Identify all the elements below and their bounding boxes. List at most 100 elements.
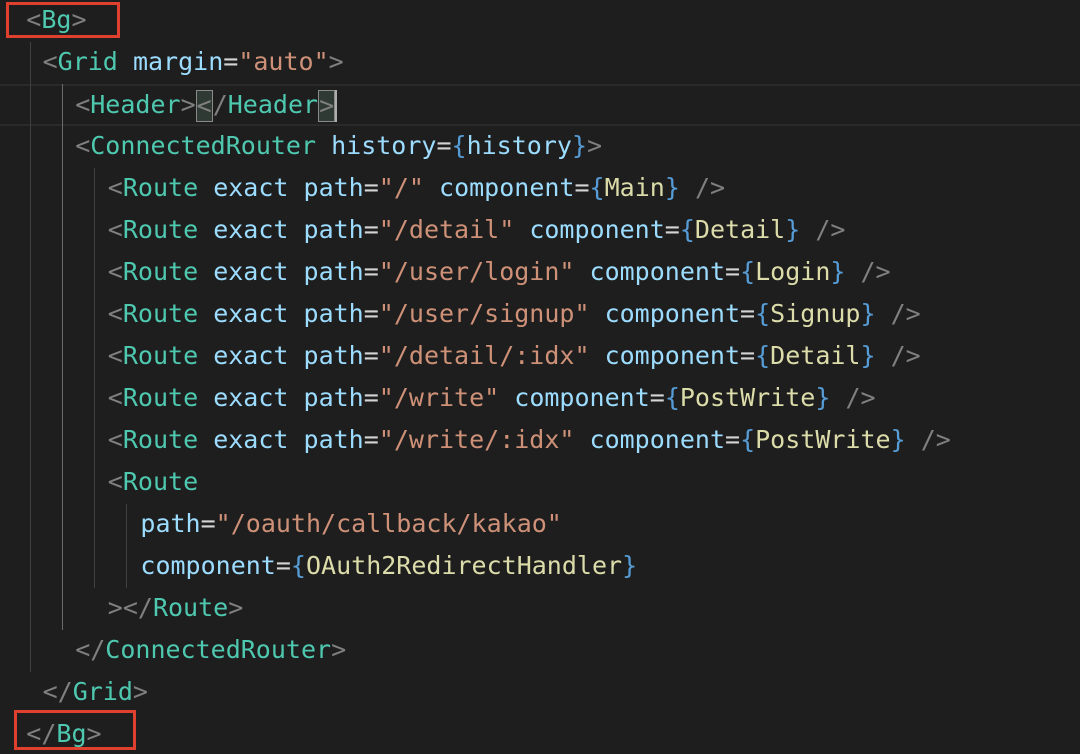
code-token: { bbox=[664, 383, 680, 412]
code-line[interactable]: <Header></Header> bbox=[0, 84, 1080, 126]
code-token: { bbox=[451, 131, 467, 160]
code-token: Route bbox=[122, 173, 199, 202]
code-line[interactable]: </Bg> bbox=[0, 714, 1080, 754]
code-token: { bbox=[755, 341, 771, 370]
indent-guide-routes bbox=[94, 168, 95, 588]
code-token: "/detail" bbox=[378, 215, 515, 244]
code-token: Header bbox=[227, 90, 319, 119]
code-token: "/write" bbox=[378, 383, 500, 412]
code-token: component bbox=[439, 173, 575, 202]
code-token: Signup bbox=[770, 299, 861, 328]
code-token: Route bbox=[122, 341, 199, 370]
code-token: Route bbox=[122, 299, 199, 328]
code-token: </ bbox=[26, 719, 57, 748]
code-line[interactable]: path="/oauth/callback/kakao" bbox=[0, 504, 1080, 546]
code-token: Grid bbox=[72, 677, 133, 706]
code-token: "/" bbox=[378, 173, 424, 202]
code-token: "auto" bbox=[238, 47, 329, 76]
code-token: ></ bbox=[107, 593, 153, 622]
code-token: = bbox=[725, 257, 741, 286]
code-token: { bbox=[290, 551, 306, 580]
code-token: path bbox=[303, 425, 364, 454]
code-token: = bbox=[664, 215, 680, 244]
code-line[interactable]: <Route exact path="/detail" component={D… bbox=[0, 210, 1080, 252]
indent-guide-grid bbox=[30, 42, 31, 672]
code-token: < bbox=[107, 383, 123, 412]
code-line[interactable]: <ConnectedRouter history={history}> bbox=[0, 126, 1080, 168]
code-token: < bbox=[107, 341, 123, 370]
code-token: "/detail/:idx" bbox=[378, 341, 590, 370]
code-line[interactable]: <Route exact path="/" component={Main} /… bbox=[0, 168, 1080, 210]
code-token: } bbox=[785, 215, 801, 244]
code-token: < bbox=[107, 299, 123, 328]
code-token: "/oauth/callback/kakao" bbox=[215, 509, 562, 538]
code-line[interactable]: <Route exact path="/user/login" componen… bbox=[0, 252, 1080, 294]
code-token: path bbox=[303, 341, 364, 370]
code-token: exact bbox=[213, 173, 289, 202]
code-token: PostWrite bbox=[679, 383, 816, 412]
code-token: } bbox=[815, 383, 831, 412]
code-token: > bbox=[331, 635, 347, 664]
code-token: } bbox=[664, 173, 680, 202]
code-line[interactable]: <Grid margin="auto"> bbox=[0, 42, 1080, 84]
code-token: Route bbox=[152, 593, 229, 622]
code-line[interactable]: <Route bbox=[0, 462, 1080, 504]
code-line[interactable]: <Bg> bbox=[0, 0, 1080, 42]
code-token: component bbox=[604, 341, 741, 370]
code-token: Bg bbox=[56, 719, 87, 748]
code-token: path bbox=[303, 215, 364, 244]
code-token: } bbox=[860, 299, 876, 328]
code-token: > bbox=[132, 677, 148, 706]
code-lines[interactable]: <Bg> <Grid margin="auto"> <Header></Header… bbox=[0, 0, 1080, 754]
code-token: Bg bbox=[41, 5, 72, 34]
code-token: = bbox=[223, 47, 239, 76]
code-line[interactable]: ></Route> bbox=[0, 588, 1080, 630]
code-token: path bbox=[303, 383, 364, 412]
code-token: exact bbox=[213, 299, 289, 328]
code-token: > bbox=[587, 131, 603, 160]
code-line[interactable]: <Route exact path="/write" component={Po… bbox=[0, 378, 1080, 420]
code-token: Route bbox=[122, 215, 199, 244]
code-token: = bbox=[725, 425, 741, 454]
code-token: > bbox=[86, 719, 102, 748]
code-token: = bbox=[436, 131, 452, 160]
text-cursor bbox=[335, 90, 338, 122]
code-line[interactable]: </Grid> bbox=[0, 672, 1080, 714]
code-token: > bbox=[71, 5, 87, 34]
code-token: } bbox=[860, 341, 876, 370]
code-token: path bbox=[303, 173, 364, 202]
code-token: path bbox=[303, 299, 364, 328]
code-token: { bbox=[755, 299, 771, 328]
code-line[interactable]: </ConnectedRouter> bbox=[0, 630, 1080, 672]
code-token: /> bbox=[875, 299, 921, 328]
code-token: < bbox=[107, 257, 123, 286]
code-token: Header bbox=[90, 90, 181, 119]
code-token: Main bbox=[604, 173, 665, 202]
code-editor[interactable]: <Bg> <Grid margin="auto"> <Header></Header… bbox=[0, 0, 1080, 754]
code-token: < bbox=[75, 131, 91, 160]
code-token: component bbox=[589, 257, 725, 286]
code-token: "/write/:idx" bbox=[378, 425, 575, 454]
code-token: { bbox=[679, 215, 695, 244]
code-token: Route bbox=[122, 257, 199, 286]
code-line[interactable]: <Route exact path="/user/signup" compone… bbox=[0, 294, 1080, 336]
code-token: Detail bbox=[694, 215, 786, 244]
code-token: /> bbox=[905, 425, 951, 454]
code-token: margin bbox=[132, 47, 224, 76]
code-line[interactable]: <Route exact path="/write/:idx" componen… bbox=[0, 420, 1080, 462]
code-token: component bbox=[514, 383, 650, 412]
code-line[interactable]: <Route exact path="/detail/:idx" compone… bbox=[0, 336, 1080, 378]
code-line[interactable]: component={OAuth2RedirectHandler} bbox=[0, 546, 1080, 588]
code-token: { bbox=[740, 257, 756, 286]
